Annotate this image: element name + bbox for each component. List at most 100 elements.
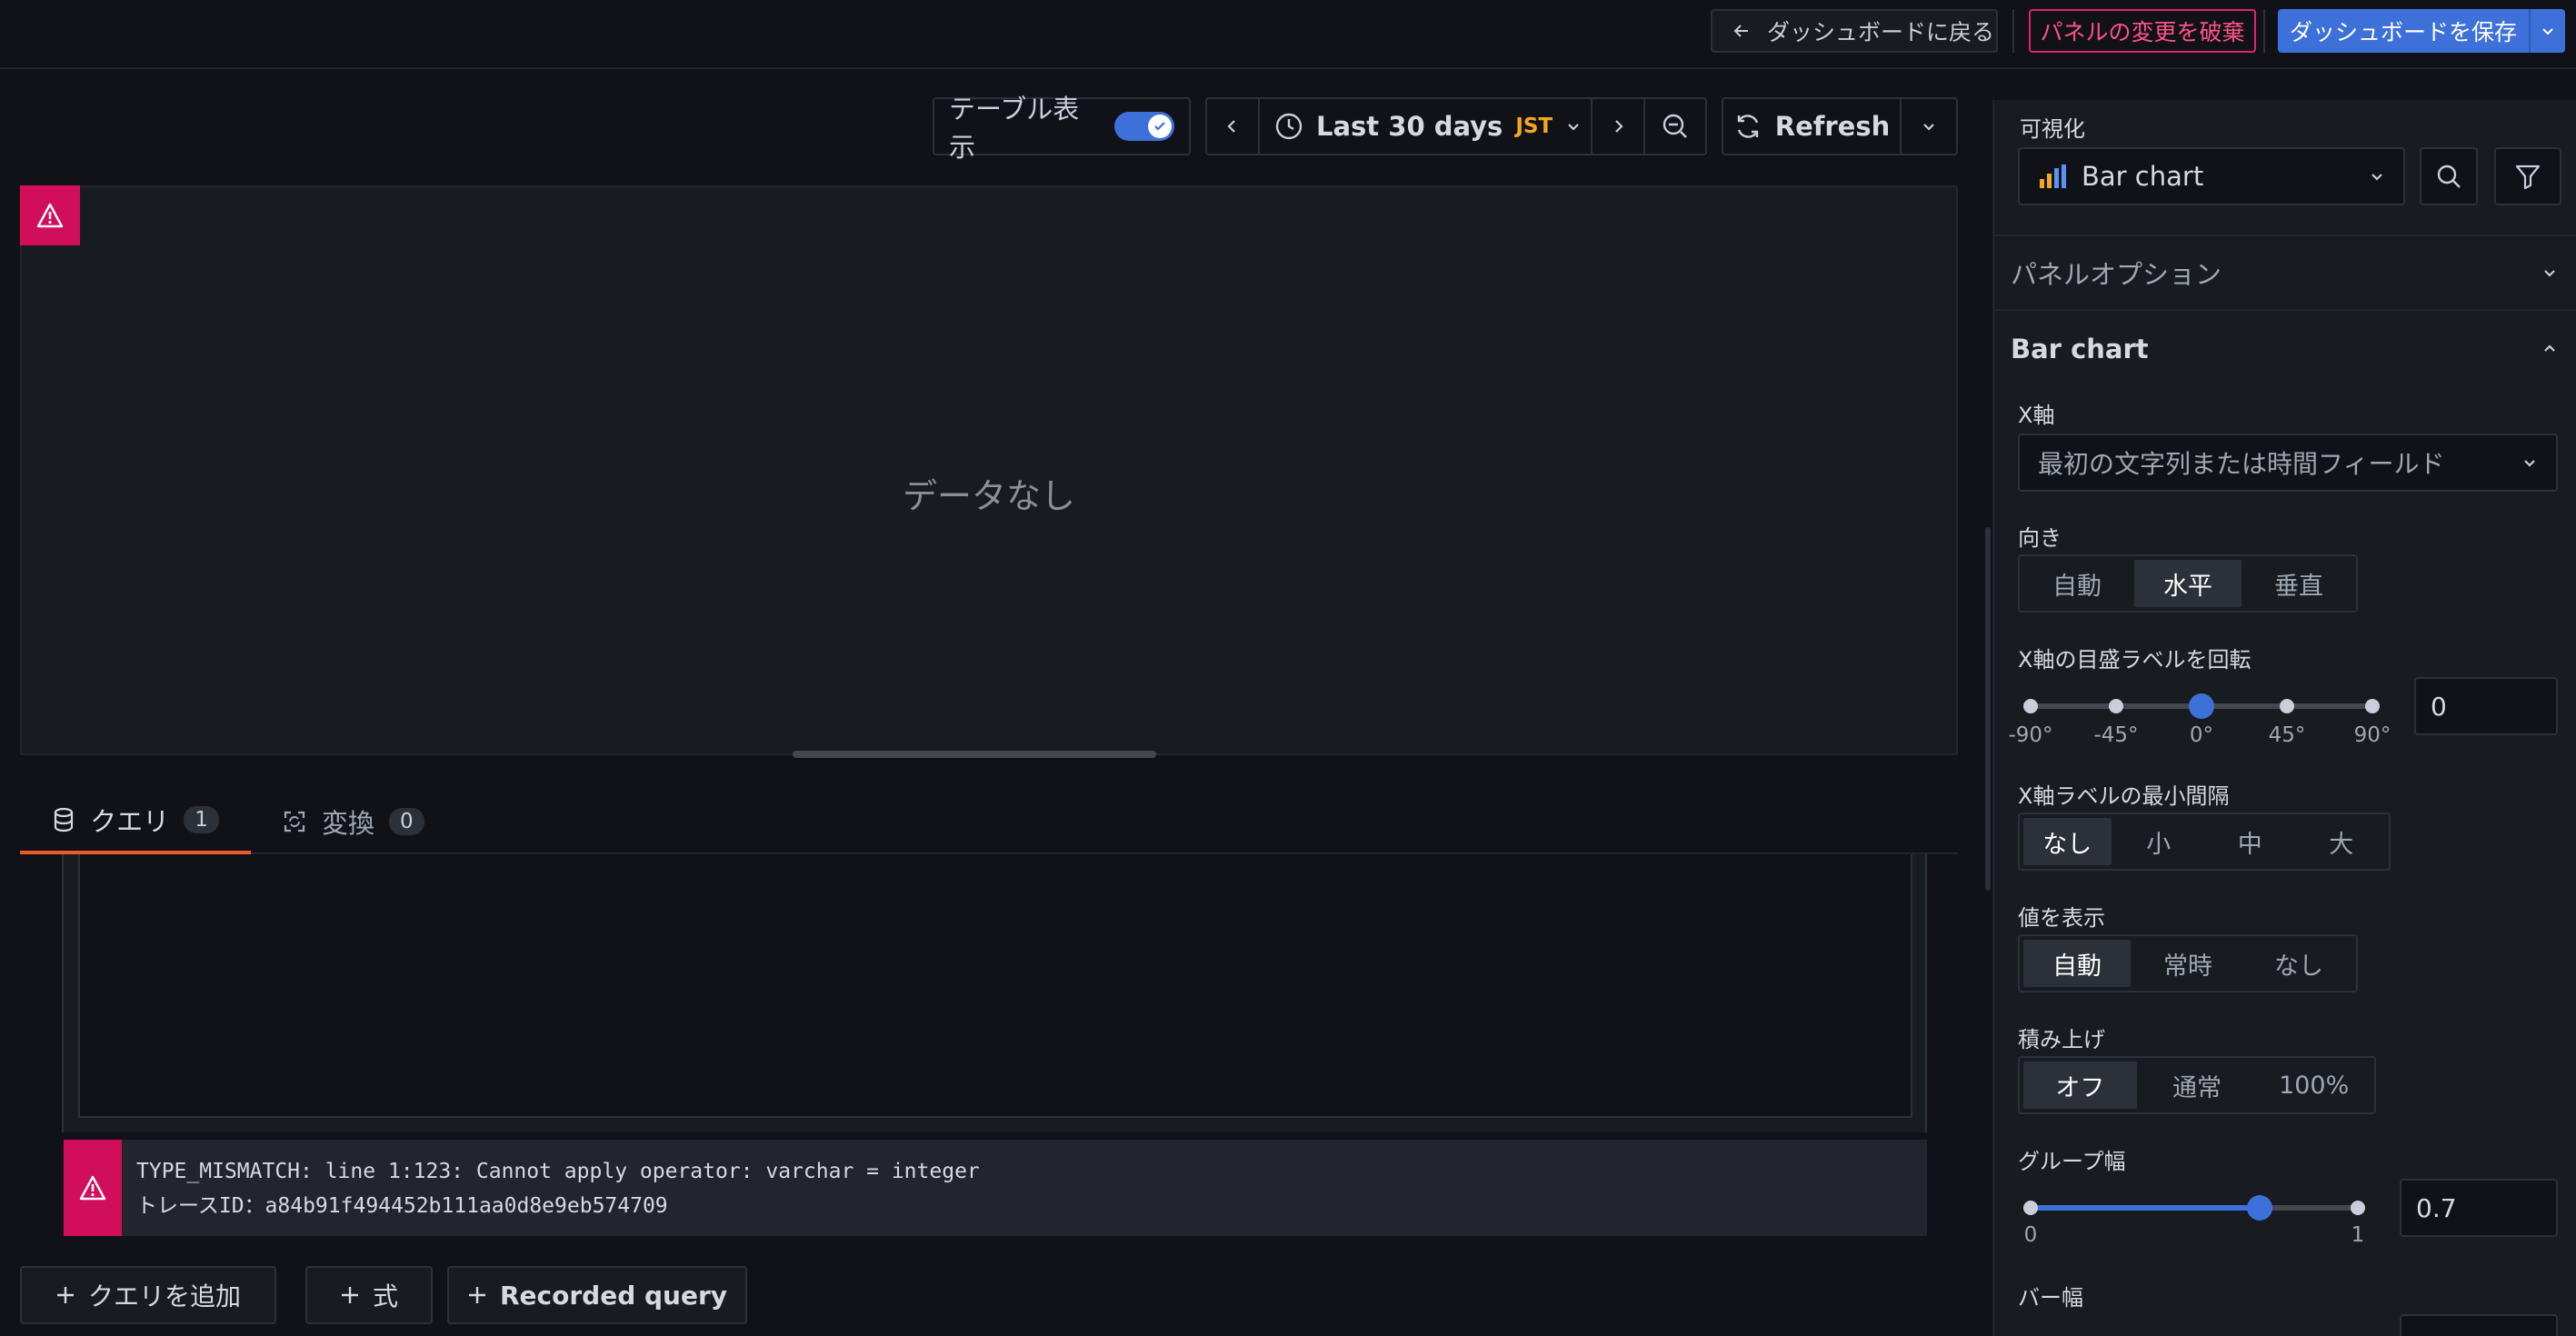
orientation-option-vertical[interactable]: 垂直 xyxy=(2245,560,2352,607)
chevron-right-icon xyxy=(1615,120,1623,133)
discard-panel-changes-button[interactable]: パネルの変更を破棄 xyxy=(2029,9,2256,53)
top-bar: ダッシュボードに戻る パネルの変更を破棄 ダッシュボードを保存 xyxy=(0,0,2576,69)
arrow-left-icon xyxy=(1732,22,1751,40)
search-options-button[interactable] xyxy=(2420,147,2478,205)
tick-label: 0° xyxy=(2189,723,2214,747)
query-editor[interactable] xyxy=(78,854,1912,1118)
panel-resize-handle[interactable] xyxy=(793,751,1156,758)
warning-icon xyxy=(36,203,64,228)
stacking-option-normal[interactable]: 通常 xyxy=(2141,1062,2254,1109)
orientation-option-auto[interactable]: 自動 xyxy=(2023,560,2131,607)
add-query-label: クエリを追加 xyxy=(87,1281,241,1311)
stacking-option-off[interactable]: オフ xyxy=(2023,1062,2137,1109)
x-axis-value: 最初の文字列または時間フィールド xyxy=(2038,449,2445,479)
filter-icon xyxy=(2515,165,2541,190)
time-back-button[interactable] xyxy=(1207,99,1260,154)
query-tabs: クエリ 1 変換 0 xyxy=(20,789,1958,854)
show-values-option-auto[interactable]: 自動 xyxy=(2023,940,2131,987)
tab-transform-label: 変換 xyxy=(322,808,375,839)
spacing-option-large[interactable]: 大 xyxy=(2298,818,2386,865)
slider-mark xyxy=(2109,699,2123,713)
query-error-text: TYPE_MISMATCH: line 1:123: Cannot apply … xyxy=(136,1154,980,1223)
orientation-label: 向き xyxy=(2018,525,2062,551)
chevron-left-icon xyxy=(1227,120,1235,133)
stacking-label: 積み上げ xyxy=(2018,1027,2105,1052)
clock-icon xyxy=(1274,112,1303,141)
tab-query[interactable]: クエリ 1 xyxy=(20,789,251,854)
tab-query-label: クエリ xyxy=(90,806,170,837)
tab-transform-count: 0 xyxy=(389,808,424,835)
timezone-label: JST xyxy=(1515,115,1553,138)
group-width-label: グループ幅 xyxy=(2018,1149,2126,1174)
tick-label: 45° xyxy=(2268,723,2306,747)
divider xyxy=(2012,9,2014,53)
panel-error-indicator[interactable] xyxy=(20,185,80,245)
refresh-interval-dropdown[interactable] xyxy=(1902,99,1956,154)
time-forward-button[interactable] xyxy=(1593,99,1645,154)
visualization-picker[interactable]: Bar chart xyxy=(2018,147,2405,205)
visualization-value: Bar chart xyxy=(2082,161,2204,192)
show-values-radio-group: 自動 常時 なし xyxy=(2018,934,2358,992)
group-width-slider-thumb[interactable] xyxy=(2247,1195,2272,1221)
time-range-label: Last 30 days xyxy=(1316,111,1503,142)
rotate-label: X軸の目盛ラベルを回転 xyxy=(2018,647,2252,673)
slider-mark xyxy=(2365,699,2380,713)
stacking-radio-group: オフ 通常 100% xyxy=(2018,1056,2376,1114)
chevron-down-icon[interactable] xyxy=(2529,9,2565,53)
bar-width-value-input[interactable] xyxy=(2400,1314,2558,1336)
panel-options-label: パネルオプション xyxy=(2011,259,2222,290)
tick-label: 90° xyxy=(2353,723,2391,747)
bar-chart-icon xyxy=(2038,163,2067,190)
time-range-button[interactable]: Last 30 days JST xyxy=(1260,99,1593,154)
refresh-icon xyxy=(1733,112,1762,141)
spacing-option-small[interactable]: 小 xyxy=(2115,818,2203,865)
back-button-label: ダッシュボードに戻る xyxy=(1767,19,1995,45)
spacing-label: X軸ラベルの最小間隔 xyxy=(2018,783,2230,809)
add-expression-label: 式 xyxy=(372,1281,398,1311)
tab-transform[interactable]: 変換 0 xyxy=(282,789,424,854)
back-to-dashboard-button[interactable]: ダッシュボードに戻る xyxy=(1711,9,1998,53)
table-view-label: テーブル表示 xyxy=(949,94,1080,163)
spacing-option-medium[interactable]: 中 xyxy=(2206,818,2294,865)
show-values-option-always[interactable]: 常時 xyxy=(2134,940,2242,987)
transform-icon xyxy=(282,809,307,834)
group-width-value-input[interactable]: 0.7 xyxy=(2400,1179,2558,1237)
chevron-down-icon xyxy=(1565,118,1582,135)
slider-mark xyxy=(2351,1201,2365,1215)
refresh-button[interactable]: Refresh xyxy=(1723,99,1902,154)
plus-icon xyxy=(55,1285,75,1305)
check-icon xyxy=(1148,115,1172,138)
zoom-out-button[interactable] xyxy=(1645,99,1705,154)
recorded-query-button[interactable]: Recorded query xyxy=(447,1266,747,1324)
rotate-slider-thumb[interactable] xyxy=(2189,693,2214,719)
chevron-down-icon xyxy=(1923,124,1934,131)
orientation-option-horizontal[interactable]: 水平 xyxy=(2134,560,2242,607)
filter-options-button[interactable] xyxy=(2494,147,2561,205)
divider xyxy=(2263,9,2265,53)
pane-splitter[interactable] xyxy=(1985,527,1991,891)
bar-chart-section-header[interactable]: Bar chart xyxy=(1992,311,2576,387)
x-axis-label: X軸 xyxy=(2018,403,2055,428)
show-values-label: 値を表示 xyxy=(2018,905,2105,931)
x-axis-field-select[interactable]: 最初の文字列または時間フィールド xyxy=(2018,434,2558,492)
search-icon xyxy=(2437,165,2461,188)
panel-options-header[interactable]: パネルオプション xyxy=(1992,234,2576,311)
save-dashboard-button[interactable]: ダッシュボードを保存 xyxy=(2278,9,2565,53)
add-query-button[interactable]: クエリを追加 xyxy=(20,1266,276,1324)
table-view-toggle-group: テーブル表示 xyxy=(933,94,1191,163)
add-expression-button[interactable]: 式 xyxy=(305,1266,433,1324)
orientation-radio-group: 自動 水平 垂直 xyxy=(2018,554,2358,613)
no-data-message: データなし xyxy=(902,476,1075,516)
tick-label: -90° xyxy=(2008,723,2053,747)
slider-mark xyxy=(2023,1201,2038,1215)
error-message: TYPE_MISMATCH: line 1:123: Cannot apply … xyxy=(136,1160,980,1183)
tab-query-count: 1 xyxy=(184,806,219,833)
recorded-query-label: Recorded query xyxy=(499,1280,728,1311)
tick-label: -45° xyxy=(2093,723,2139,747)
database-icon xyxy=(52,807,75,833)
table-view-switch[interactable] xyxy=(1114,112,1174,141)
spacing-option-none[interactable]: なし xyxy=(2023,818,2112,865)
stacking-option-percent[interactable]: 100% xyxy=(2257,1062,2371,1109)
show-values-option-never[interactable]: なし xyxy=(2245,940,2352,987)
rotate-value-input[interactable]: 0 xyxy=(2414,677,2558,735)
